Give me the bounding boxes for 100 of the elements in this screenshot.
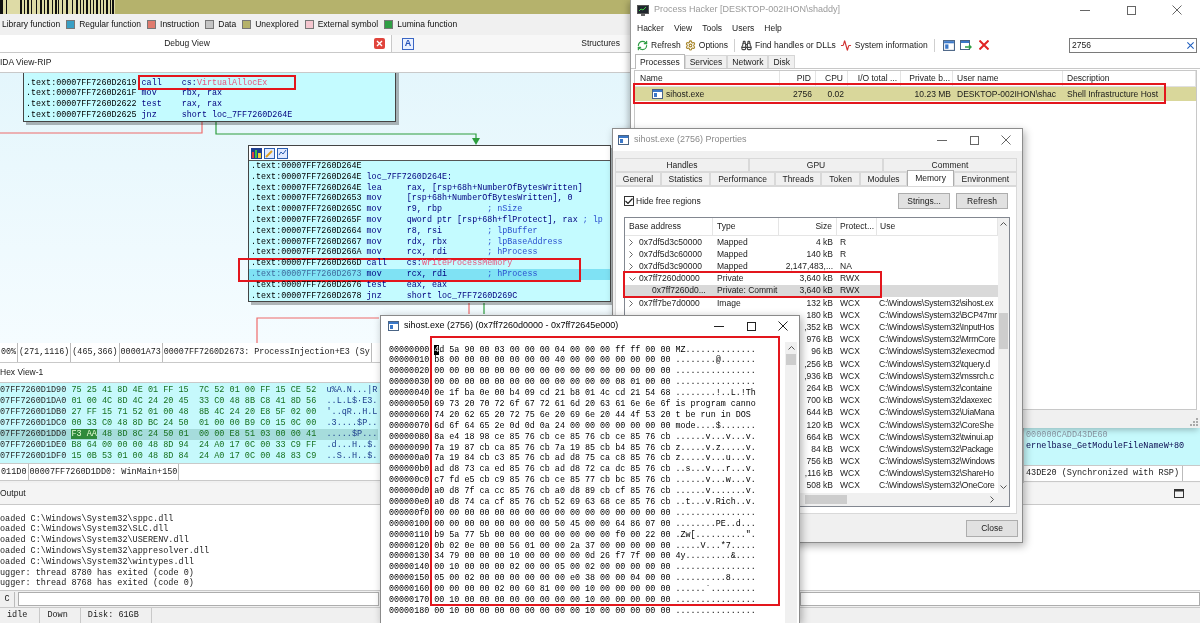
menu-item[interactable]: Users	[732, 21, 755, 35]
chevron-right-icon[interactable]	[629, 299, 633, 307]
tab[interactable]: Performance	[710, 172, 775, 186]
command-field[interactable]	[800, 592, 1200, 606]
tree-row[interactable]: ,352 kB WCX C:\Windows\System32\InputHos	[801, 321, 998, 334]
code-line[interactable]: .text:00007FF7260D266A mov rcx, rdi ; hProcess	[249, 247, 610, 259]
code-line[interactable]: .text:00007FF7260D264E	[249, 161, 610, 172]
chevron-down-icon[interactable]	[629, 276, 636, 281]
tab[interactable]: Modules	[859, 172, 908, 186]
column-header[interactable]: Name	[635, 71, 780, 86]
chevron-down-icon[interactable]	[1000, 485, 1007, 489]
tree-row[interactable]: 0x7ff7be7d0000 Image 132 kB WCX C:\Windows\System32\sihost.ex	[625, 296, 998, 310]
tree-row[interactable]: ,116 kB WCX C:\Windows\System32\ShareHo	[801, 467, 998, 480]
hex-line[interactable]: 000000f0 00 00 00 00 00 00 00 00 00 00 00 00 00 00 00 00 ................	[389, 507, 756, 519]
column-header[interactable]: PID	[780, 71, 816, 86]
tree-row[interactable]: 644 kB WCX C:\Windows\System32\UiaMana	[801, 406, 998, 419]
tree-row[interactable]: 264 kB WCX C:\Windows\System32\containe	[801, 382, 998, 395]
toolbar-button[interactable]: Refresh	[635, 38, 683, 52]
tree-row[interactable]: 0x7ff7260d0... Private: Commit 3,640 kB RWX	[625, 284, 998, 297]
code-line[interactable]: .text:00007FF7260D264E lea rax, [rsp+68h+NumberOfBytesWritten]	[249, 182, 610, 194]
tree-row[interactable]: ,936 kB WCX C:\Windows\System32\mssrch.c	[801, 370, 998, 383]
hex-line[interactable]: 00000150 05 00 02 00 00 00 00 00 00 e0 38 00 00 04 00 00 ..........8.....	[389, 573, 756, 585]
tree-row[interactable]: 0x7df5d3c90000 Mapped 2,147,483,... NA	[625, 260, 998, 273]
tab[interactable]: Memory	[907, 170, 954, 186]
tab[interactable]: Statistics	[660, 172, 711, 186]
code-line[interactable]: .text:00007FF7260D264E loc_7FF7260D264E:	[249, 171, 610, 183]
close-button[interactable]: Close	[966, 519, 1018, 537]
hex-line[interactable]: 07FF7260D1D90 75 25 41 8D 4E 01 FF 15 7C 52 01 00 FF 15 CE 52 u%A.N...|R	[0, 385, 378, 396]
code-line[interactable]: .text:00007FF7260D2667 mov rdx, rbx ; lpBaseAddress	[249, 236, 610, 248]
hex-line[interactable]: 00000030 00 00 00 00 00 00 00 00 00 00 00 00 08 01 00 00 ................	[389, 377, 756, 389]
search-field[interactable]: 2756	[1069, 37, 1197, 53]
hex-line[interactable]: 07FF7260D1DC0 00 33 C0 48 8D BC 24 50 01 00 00 B9 C0 15 0C 00 .3....$P..	[0, 418, 378, 429]
window-icon[interactable]	[1174, 489, 1184, 498]
code-line[interactable]: .text:00007FF7260D2625 jnz short loc_7FF7260D264E	[24, 110, 395, 121]
hex-line[interactable]: 000000d0 a0 d8 7f ca cc 85 76 cb a0 d8 89 cb cf 85 76 cb ......v.......v.	[389, 486, 756, 497]
tab[interactable]: Handles	[615, 158, 749, 172]
hex-line[interactable]: 00000070 6d 6f 64 65 2e 0d 0d 0a 24 00 00 00 00 00 00 00 mode....$.......	[389, 420, 756, 432]
column-header[interactable]: Protect...	[837, 218, 877, 235]
code-line[interactable]: .text:00007FF7260D2622 test rax, rax	[24, 99, 395, 110]
menu-item[interactable]: Tools	[702, 21, 723, 35]
tab[interactable]: Environment	[953, 172, 1017, 186]
tree-row[interactable]: 180 kB WCX C:\Windows\System32\BCP47mr	[801, 309, 998, 322]
process-row[interactable]: sihost.exe 2756 0.02 10.23 MB DESKTOP-002IHON\shac Shell Infrastructure Host	[635, 87, 1196, 101]
hex-line[interactable]: 000000b0 ad d8 73 ca ed 85 76 cb ad d8 72 ca dc 85 76 cb ..s...v...r...v.	[389, 464, 756, 476]
close-icon[interactable]	[374, 38, 385, 49]
hex-line[interactable]: 00000050 69 73 20 70 72 6f 67 72 61 6d 20 63 61 6e 6e 6f is program canno	[389, 398, 756, 410]
code-line[interactable]: .text:00007FF7260D2653 mov [rsp+68h+NumberOfBytesWritten], 0	[249, 193, 610, 205]
tab[interactable]: Services	[684, 55, 728, 68]
code-line[interactable]: .text:00007FF7260D261F mov rbx, rax	[24, 88, 395, 100]
scrollbar-thumb[interactable]	[805, 495, 847, 504]
hex-line[interactable]: 00000120 0b 02 0e 00 00 56 01 00 00 2a 37 00 00 00 00 00 .....V...*7.....	[389, 540, 756, 552]
chevron-up-icon[interactable]	[787, 346, 795, 350]
tab[interactable]: Token	[821, 172, 860, 186]
code-line[interactable]: .text:00007FF7260D2678 jnz short loc_7FF7260D269C	[249, 290, 610, 302]
hex-line[interactable]: 00000160 00 00 00 00 02 00 60 81 00 00 10 00 00 00 00 00 ......`.........	[389, 584, 756, 595]
hex-line[interactable]: 000000e0 a0 d8 74 ca cf 85 76 cb 52 69 63 68 ce 85 76 cb ..t...v.Rich..v.	[389, 496, 756, 508]
tree-row[interactable]: 508 kB WCX C:\Windows\System32\OneCore	[801, 479, 998, 492]
chevron-up-icon[interactable]	[1000, 222, 1007, 226]
menu-item[interactable]: View	[673, 21, 693, 35]
hex-line[interactable]: 00000010 b8 00 00 00 00 00 00 00 40 00 00 00 00 00 00 00 ........@.......	[389, 355, 756, 367]
tree-row[interactable]: 0x7df5d3c50000 Mapped 4 kB R	[625, 236, 998, 249]
hex-line[interactable]: 00000130 34 79 00 00 00 10 00 00 00 00 0d 26 f7 7f 00 00 4y.........&....	[389, 551, 756, 563]
column-header[interactable]: Private b...	[901, 71, 953, 86]
tab[interactable]: Network	[727, 55, 769, 68]
panel-tab[interactable]: Structures	[581, 37, 620, 50]
scrollbar-thumb[interactable]	[999, 313, 1008, 349]
tree-row[interactable]: 120 kB WCX C:\Windows\System32\CoreShe	[801, 418, 998, 431]
column-header[interactable]: CPU	[816, 71, 848, 86]
tree-row[interactable]: 976 kB WCX C:\Windows\System32\MrmCore	[801, 333, 998, 346]
column-header[interactable]: I/O total ...	[848, 71, 901, 86]
tab[interactable]: GPU	[749, 158, 883, 172]
pencil-icon[interactable]	[264, 147, 275, 159]
stack-line[interactable]: ernelbase_GetModuleFileNameW+80	[1026, 441, 1200, 452]
toolbar-button[interactable]: Find handles or DLLs	[739, 38, 838, 52]
code-line[interactable]: .text:00007FF7260D2673 mov rcx, rdi ; hProcess	[249, 268, 610, 280]
hex-line[interactable]: 00000080 8a e4 18 98 ce 85 76 cb ce 85 76 cb ce 85 76 cb ......v...v...v.	[389, 431, 756, 443]
tree-row[interactable]: ,256 kB WCX C:\Windows\System32\tquery.d	[801, 357, 998, 371]
menu-item[interactable]: Hacker	[637, 21, 664, 35]
scrollbar-thumb[interactable]	[786, 354, 796, 365]
tree-row[interactable]: 0x7df5d3c60000 Mapped 140 kB R	[625, 248, 998, 261]
tab[interactable]: General	[615, 172, 661, 186]
hex-line[interactable]: 00000060 74 20 62 65 20 72 75 6e 20 69 6e 20 44 4f 53 20 t be run in DOS	[389, 409, 751, 421]
command-field[interactable]	[18, 592, 379, 606]
tree-row[interactable]: 664 kB WCX C:\Windows\System32\twinui.ap	[801, 431, 998, 444]
graph-icon[interactable]	[277, 147, 288, 159]
code-line[interactable]: .text:00007FF7260D2664 mov r8, rsi ; lpBuffer	[249, 225, 610, 237]
code-line[interactable]: .text:00007FF7260D265F mov qword ptr [rsp+68h+flProtect], rax ; lp	[249, 215, 610, 226]
hex-line[interactable]: 07FF7260D1DE0 B8 64 00 00 00 48 8D 94 24 A0 17 0C 00 33 C9 FF .d...H..$.	[0, 440, 378, 451]
hex-line[interactable]: 00000110 b9 5a 77 5b 00 00 00 00 00 00 00 00 f0 00 22 00 .Zw[..........".	[389, 529, 756, 541]
color-chart-icon[interactable]	[251, 147, 262, 159]
column-header[interactable]: Size	[779, 218, 837, 235]
code-line[interactable]: .text:00007FF7260D266D call cs:WriteProcessMemory	[249, 258, 610, 269]
toolbar-button[interactable]: System information	[837, 38, 930, 52]
code-line[interactable]: .text:00007FF7260D2619 call cs:VirtualAllocEx	[24, 77, 395, 89]
chevron-right-icon[interactable]	[629, 250, 633, 258]
hex-line[interactable]: 00000040 0e 1f ba 0e 00 b4 09 cd 21 b8 01 4c cd 21 54 68 ........!..L.!Th	[389, 388, 756, 399]
column-header[interactable]: User name	[953, 71, 1063, 86]
tab[interactable]: Processes	[635, 54, 685, 69]
hex-line[interactable]: 07FF7260D1DF0 15 0B 53 01 00 48 8D 84 24 A0 17 0C 00 48 83 C9 ..S..H..$.	[0, 451, 378, 462]
action-button[interactable]: Strings...	[898, 193, 950, 209]
